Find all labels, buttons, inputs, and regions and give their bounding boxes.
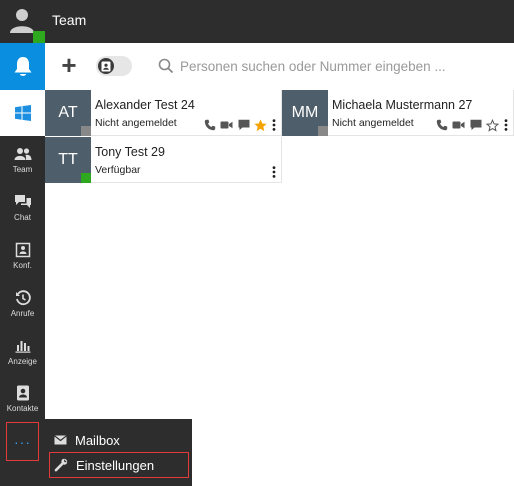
video-icon[interactable] [452,119,465,132]
more-menu: Mailbox Einstellungen [45,419,192,486]
contact-card[interactable]: TT Tony Test 29 Verfügbar [45,137,282,183]
contact-status: Nicht angemeldet [332,117,414,129]
sidebar-item-label: Konf. [13,261,32,270]
sidebar-item-label: Anzeige [8,357,37,366]
add-button[interactable]: + [59,52,79,78]
wrench-icon [54,458,68,472]
sidebar-item-conference[interactable]: Konf. [0,234,45,280]
toggle-knob [98,58,114,74]
search-icon [158,58,174,74]
menu-item-label: Mailbox [75,432,120,448]
contact-status: Verfügbar [95,164,141,176]
sidebar-item-label: Anrufe [10,309,35,318]
windows-icon [14,105,31,121]
search-input[interactable] [180,55,500,77]
contact-card[interactable]: AT Alexander Test 24 Nicht angemeldet [45,90,282,136]
bell-icon [14,56,31,76]
more-button[interactable]: ··· [6,422,39,461]
mail-icon [53,433,67,447]
contact-name: Alexander Test 24 [95,98,195,112]
sidebar-item-calls[interactable]: Anrufe [0,282,45,328]
menu-item-settings[interactable]: Einstellungen [49,452,189,478]
avatar: TT [45,137,91,183]
page-title: Team [52,12,87,28]
sidebar-item-contacts[interactable]: Kontakte [0,377,45,423]
chat-icon [14,194,32,210]
sidebar-item-label: Chat [14,213,31,222]
menu-item-mailbox[interactable]: Mailbox [49,427,189,453]
sidebar-item-display[interactable]: Anzeige [0,330,45,376]
toolbar: + [45,43,514,90]
app-window: Team Team Chat Konf. Anrufe Anzeige Kont… [0,0,514,486]
chart-icon [15,338,31,354]
more-options-icon[interactable] [271,119,277,132]
phone-icon[interactable] [203,119,216,132]
more-options-icon[interactable] [503,119,509,132]
contact-actions [203,118,277,132]
user-icon [10,9,34,33]
contact-card-icon [101,61,111,71]
chat-icon[interactable] [469,119,482,132]
windows-app-button[interactable] [0,90,45,136]
more-dots-icon: ··· [14,433,31,450]
top-bar: Team [0,0,514,43]
notifications-button[interactable] [0,43,45,90]
sidebar-item-chat[interactable]: Chat [0,186,45,232]
contact-actions [271,165,277,179]
sidebar-item-team[interactable]: Team [0,138,45,184]
presence-indicator [81,126,91,136]
sidebar: Team Chat Konf. Anrufe Anzeige Kontakte … [0,43,45,486]
favorite-star-icon[interactable] [486,118,499,132]
contact-name: Michaela Mustermann 27 [332,98,473,112]
presence-indicator [81,173,91,183]
avatar: AT [45,90,91,136]
phone-icon[interactable] [435,119,448,132]
contact-actions [435,118,509,132]
history-icon [15,290,31,306]
contact-status: Nicht angemeldet [95,117,177,129]
favorite-star-icon[interactable] [254,119,267,132]
presence-indicator [318,126,328,136]
menu-item-label: Einstellungen [76,457,155,473]
own-avatar[interactable] [0,0,45,43]
contacts-toggle[interactable] [96,56,132,76]
sidebar-item-label: Kontakte [6,404,39,413]
avatar: MM [282,90,328,136]
contact-card[interactable]: MM Michaela Mustermann 27 Nicht angemeld… [282,90,514,136]
chat-icon[interactable] [237,119,250,132]
video-icon[interactable] [220,119,233,132]
own-presence-indicator [33,31,45,43]
team-icon [14,146,32,162]
conference-icon [15,242,31,258]
contact-name: Tony Test 29 [95,145,165,159]
more-options-icon[interactable] [271,166,277,179]
contacts-icon [16,385,30,401]
sidebar-item-label: Team [12,165,33,174]
